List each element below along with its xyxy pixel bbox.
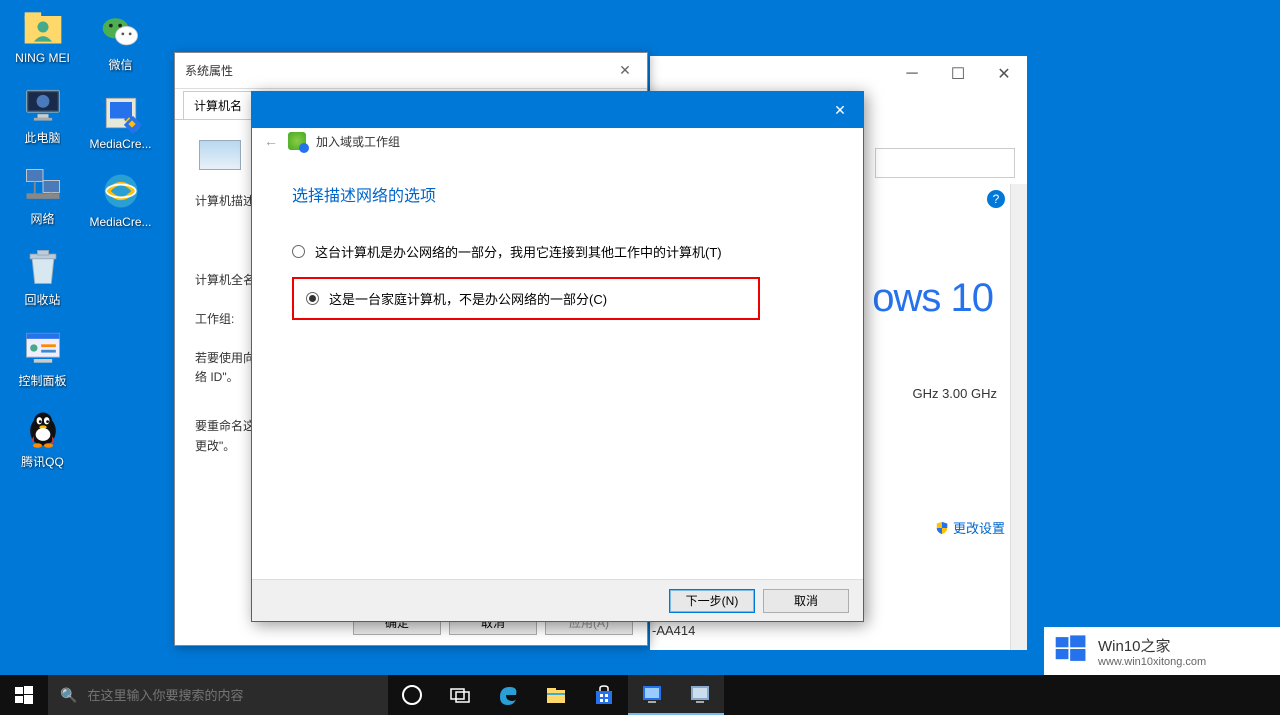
desktop-icon-label: 此电脑	[24, 129, 60, 146]
desktop-icon-label: 网络	[30, 210, 54, 227]
desktop-icon-recycle[interactable]: 回收站	[5, 245, 80, 308]
cpu-frequency-text: GHz 3.00 GHz	[912, 386, 997, 401]
watermark-text: Win10之家 www.win10xitong.com	[1098, 635, 1206, 668]
wizard-footer: 下一步(N) 取消	[252, 579, 863, 621]
desktop-icon-mediacreation2[interactable]: MediaCre...	[83, 169, 158, 229]
radio-icon-checked	[306, 292, 319, 305]
search-input[interactable]	[87, 688, 376, 703]
close-button[interactable]: ✕	[981, 56, 1027, 91]
wizard-breadcrumb: ← 加入域或工作组	[252, 128, 863, 154]
minimize-button[interactable]: ─	[889, 56, 935, 91]
cancel-button[interactable]: 取消	[763, 589, 849, 613]
maximize-button[interactable]: ☐	[935, 56, 981, 91]
file-explorer-button[interactable]	[532, 675, 580, 715]
system-titlebar: ─ ☐ ✕	[650, 56, 1027, 91]
desktop-icon-user[interactable]: NING MEI	[5, 5, 80, 65]
windows-icon	[15, 686, 33, 704]
scrollbar[interactable]	[1010, 184, 1027, 650]
task-view-button[interactable]	[436, 675, 484, 715]
search-icon: 🔍	[60, 687, 77, 704]
pc-icon	[21, 83, 65, 127]
computer-icon	[199, 140, 241, 170]
cortana-button[interactable]	[388, 675, 436, 715]
wizard-icon	[288, 132, 306, 150]
next-button[interactable]: 下一步(N)	[669, 589, 755, 613]
desktop-icon-label: 控制面板	[18, 372, 66, 389]
radio-option-home[interactable]: 这是一台家庭计算机，不是办公网络的一部分(C)	[292, 277, 760, 320]
radio-label: 这台计算机是办公网络的一部分，我用它连接到其他工作中的计算机(T)	[315, 242, 722, 261]
radio-icon	[292, 245, 305, 258]
store-button[interactable]	[580, 675, 628, 715]
watermark-title: Win10之家	[1098, 635, 1206, 656]
desktop-icon-label: 微信	[108, 56, 132, 73]
desktop-icon-label: 回收站	[24, 291, 60, 308]
join-domain-wizard: ✕ ← 加入域或工作组 选择描述网络的选项 这台计算机是办公网络的一部分，我用它…	[251, 91, 864, 622]
edge-button[interactable]	[484, 675, 532, 715]
taskbar: 🔍	[0, 675, 1280, 715]
link-text: 更改设置	[953, 518, 1005, 537]
radio-option-office[interactable]: 这台计算机是办公网络的一部分，我用它连接到其他工作中的计算机(T)	[292, 234, 823, 269]
taskbar-search[interactable]: 🔍	[48, 675, 388, 715]
desktop-icon-mediacreation1[interactable]: MediaCre...	[83, 91, 158, 151]
change-settings-link[interactable]: 更改设置	[935, 518, 1005, 537]
user-folder-icon	[21, 5, 65, 49]
search-input[interactable]	[875, 148, 1015, 178]
qq-icon	[21, 407, 65, 451]
desktop-icon-label: 腾讯QQ	[21, 453, 64, 470]
desktop-icon-thispc[interactable]: 此电脑	[5, 83, 80, 146]
control-panel-taskbar-button[interactable]	[628, 675, 676, 715]
desktop-icon-controlpanel[interactable]: 控制面板	[5, 326, 80, 389]
network-icon	[21, 164, 65, 208]
ie-icon	[99, 169, 143, 213]
help-icon[interactable]: ?	[987, 190, 1005, 208]
wizard-body: 选择描述网络的选项 这台计算机是办公网络的一部分，我用它连接到其他工作中的计算机…	[252, 154, 863, 356]
desktop-icon-network[interactable]: 网络	[5, 164, 80, 227]
desktop-icon-label: MediaCre...	[89, 137, 151, 151]
recycle-bin-icon	[21, 245, 65, 289]
dialog-titlebar: 系统属性 ✕	[175, 53, 647, 89]
watermark: Win10之家 www.win10xitong.com	[1044, 627, 1280, 675]
desktop-icon-label: MediaCre...	[89, 215, 151, 229]
windows10-logo-text: ows 10	[872, 276, 993, 321]
win10-logo-icon	[1054, 632, 1088, 671]
wizard-heading: 选择描述网络的选项	[292, 182, 823, 206]
installer-icon	[99, 91, 143, 135]
tab-computer-name[interactable]: 计算机名	[183, 91, 253, 119]
system-properties-taskbar-button[interactable]	[676, 675, 724, 715]
product-id-fragment: -AA414	[652, 623, 695, 638]
wizard-titlebar: ✕	[252, 92, 863, 128]
close-button[interactable]: ✕	[609, 57, 641, 85]
start-button[interactable]	[0, 675, 48, 715]
desktop-icon-qq[interactable]: 腾讯QQ	[5, 407, 80, 470]
radio-label: 这是一台家庭计算机，不是办公网络的一部分(C)	[329, 289, 607, 308]
desktop-icon-label: NING MEI	[15, 51, 70, 65]
wechat-icon	[99, 10, 143, 54]
close-button[interactable]: ✕	[817, 92, 863, 128]
back-icon[interactable]: ←	[264, 133, 278, 149]
dialog-title: 系统属性	[185, 62, 233, 79]
wizard-title: 加入域或工作组	[316, 133, 400, 150]
control-panel-icon	[21, 326, 65, 370]
watermark-url: www.win10xitong.com	[1098, 656, 1206, 668]
desktop-icon-wechat[interactable]: 微信	[83, 10, 158, 73]
shield-icon	[935, 521, 949, 535]
